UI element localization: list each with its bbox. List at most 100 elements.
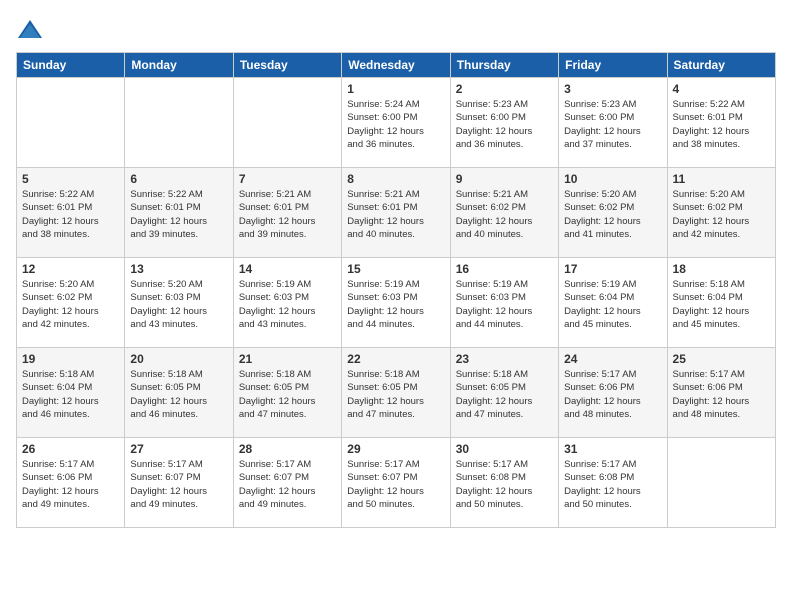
day-number: 30 [456, 442, 553, 456]
day-info: Sunrise: 5:17 AMSunset: 6:06 PMDaylight:… [564, 368, 661, 421]
day-info: Sunrise: 5:19 AMSunset: 6:03 PMDaylight:… [347, 278, 444, 331]
day-info: Sunrise: 5:23 AMSunset: 6:00 PMDaylight:… [564, 98, 661, 151]
day-number: 15 [347, 262, 444, 276]
calendar-cell: 3 Sunrise: 5:23 AMSunset: 6:00 PMDaylight… [559, 78, 667, 168]
day-info: Sunrise: 5:19 AMSunset: 6:03 PMDaylight:… [239, 278, 336, 331]
day-number: 18 [673, 262, 770, 276]
day-info: Sunrise: 5:19 AMSunset: 6:03 PMDaylight:… [456, 278, 553, 331]
weekday-header: Friday [559, 53, 667, 78]
day-info: Sunrise: 5:20 AMSunset: 6:02 PMDaylight:… [673, 188, 770, 241]
day-number: 11 [673, 172, 770, 186]
calendar-cell: 17 Sunrise: 5:19 AMSunset: 6:04 PMDayligh… [559, 258, 667, 348]
day-number: 24 [564, 352, 661, 366]
weekday-header: Saturday [667, 53, 775, 78]
weekday-header: Sunday [17, 53, 125, 78]
day-number: 28 [239, 442, 336, 456]
calendar-cell: 25Sunrise: 5:17 AMSunset: 6:06 PMDayligh… [667, 348, 775, 438]
day-info: Sunrise: 5:22 AMSunset: 6:01 PMDaylight:… [130, 188, 227, 241]
calendar-cell: 7 Sunrise: 5:21 AMSunset: 6:01 PMDaylight… [233, 168, 341, 258]
calendar-cell: 22 Sunrise: 5:18 AMSunset: 6:05 PMDayligh… [342, 348, 450, 438]
calendar-cell: 1 Sunrise: 5:24 AMSunset: 6:00 PMDaylight… [342, 78, 450, 168]
day-info: Sunrise: 5:17 AMSunset: 6:08 PMDaylight:… [564, 458, 661, 511]
calendar-cell: 20 Sunrise: 5:18 AMSunset: 6:05 PMDayligh… [125, 348, 233, 438]
calendar-cell: 12Sunrise: 5:20 AMSunset: 6:02 PMDayligh… [17, 258, 125, 348]
day-info: Sunrise: 5:21 AMSunset: 6:01 PMDaylight:… [347, 188, 444, 241]
page-header [16, 16, 776, 44]
day-info: Sunrise: 5:18 AMSunset: 6:04 PMDaylight:… [22, 368, 119, 421]
day-info: Sunrise: 5:18 AMSunset: 6:05 PMDaylight:… [239, 368, 336, 421]
calendar-cell: 18 Sunrise: 5:18 AMSunset: 6:04 PMDayligh… [667, 258, 775, 348]
day-number: 17 [564, 262, 661, 276]
day-number: 1 [347, 82, 444, 96]
calendar-cell: 29 Sunrise: 5:17 AMSunset: 6:07 PMDayligh… [342, 438, 450, 528]
day-info: Sunrise: 5:20 AMSunset: 6:03 PMDaylight:… [130, 278, 227, 331]
calendar-cell: 21 Sunrise: 5:18 AMSunset: 6:05 PMDayligh… [233, 348, 341, 438]
day-number: 13 [130, 262, 227, 276]
day-number: 22 [347, 352, 444, 366]
calendar-week-row: 1 Sunrise: 5:24 AMSunset: 6:00 PMDaylight… [17, 78, 776, 168]
day-info: Sunrise: 5:17 AMSunset: 6:06 PMDaylight:… [22, 458, 119, 511]
day-info: Sunrise: 5:21 AMSunset: 6:02 PMDaylight:… [456, 188, 553, 241]
day-info: Sunrise: 5:20 AMSunset: 6:02 PMDaylight:… [564, 188, 661, 241]
logo [16, 16, 48, 44]
day-number: 31 [564, 442, 661, 456]
weekday-header: Thursday [450, 53, 558, 78]
weekday-header: Tuesday [233, 53, 341, 78]
day-number: 27 [130, 442, 227, 456]
day-number: 19 [22, 352, 119, 366]
day-number: 2 [456, 82, 553, 96]
weekday-header-row: SundayMondayTuesdayWednesdayThursdayFrid… [17, 53, 776, 78]
calendar-cell [17, 78, 125, 168]
calendar-cell: 26 Sunrise: 5:17 AMSunset: 6:06 PMDayligh… [17, 438, 125, 528]
day-info: Sunrise: 5:18 AMSunset: 6:05 PMDaylight:… [347, 368, 444, 421]
day-number: 21 [239, 352, 336, 366]
day-info: Sunrise: 5:18 AMSunset: 6:04 PMDaylight:… [673, 278, 770, 331]
day-info: Sunrise: 5:22 AMSunset: 6:01 PMDaylight:… [673, 98, 770, 151]
logo-icon [16, 16, 44, 44]
calendar-cell: 4 Sunrise: 5:22 AMSunset: 6:01 PMDaylight… [667, 78, 775, 168]
day-info: Sunrise: 5:18 AMSunset: 6:05 PMDaylight:… [130, 368, 227, 421]
day-number: 16 [456, 262, 553, 276]
calendar-cell: 15 Sunrise: 5:19 AMSunset: 6:03 PMDayligh… [342, 258, 450, 348]
day-number: 4 [673, 82, 770, 96]
calendar-week-row: 26 Sunrise: 5:17 AMSunset: 6:06 PMDayligh… [17, 438, 776, 528]
day-number: 7 [239, 172, 336, 186]
day-number: 26 [22, 442, 119, 456]
day-info: Sunrise: 5:17 AMSunset: 6:07 PMDaylight:… [130, 458, 227, 511]
weekday-header: Wednesday [342, 53, 450, 78]
weekday-header: Monday [125, 53, 233, 78]
calendar-cell: 10Sunrise: 5:20 AMSunset: 6:02 PMDayligh… [559, 168, 667, 258]
calendar-cell: 30 Sunrise: 5:17 AMSunset: 6:08 PMDayligh… [450, 438, 558, 528]
day-info: Sunrise: 5:18 AMSunset: 6:05 PMDaylight:… [456, 368, 553, 421]
day-number: 3 [564, 82, 661, 96]
calendar-cell: 14 Sunrise: 5:19 AMSunset: 6:03 PMDayligh… [233, 258, 341, 348]
day-info: Sunrise: 5:22 AMSunset: 6:01 PMDaylight:… [22, 188, 119, 241]
day-info: Sunrise: 5:17 AMSunset: 6:07 PMDaylight:… [347, 458, 444, 511]
day-number: 25 [673, 352, 770, 366]
calendar-cell: 13 Sunrise: 5:20 AMSunset: 6:03 PMDayligh… [125, 258, 233, 348]
calendar-cell: 11 Sunrise: 5:20 AMSunset: 6:02 PMDayligh… [667, 168, 775, 258]
day-info: Sunrise: 5:21 AMSunset: 6:01 PMDaylight:… [239, 188, 336, 241]
day-number: 14 [239, 262, 336, 276]
calendar-cell: 31 Sunrise: 5:17 AMSunset: 6:08 PMDayligh… [559, 438, 667, 528]
calendar-cell: 27 Sunrise: 5:17 AMSunset: 6:07 PMDayligh… [125, 438, 233, 528]
day-number: 23 [456, 352, 553, 366]
calendar-cell: 2Sunrise: 5:23 AMSunset: 6:00 PMDaylight… [450, 78, 558, 168]
day-info: Sunrise: 5:20 AMSunset: 6:02 PMDaylight:… [22, 278, 119, 331]
day-number: 29 [347, 442, 444, 456]
calendar-cell: 6 Sunrise: 5:22 AMSunset: 6:01 PMDaylight… [125, 168, 233, 258]
calendar-cell: 24 Sunrise: 5:17 AMSunset: 6:06 PMDayligh… [559, 348, 667, 438]
day-number: 20 [130, 352, 227, 366]
calendar-table: SundayMondayTuesdayWednesdayThursdayFrid… [16, 52, 776, 528]
calendar-cell: 5 Sunrise: 5:22 AMSunset: 6:01 PMDaylight… [17, 168, 125, 258]
day-info: Sunrise: 5:24 AMSunset: 6:00 PMDaylight:… [347, 98, 444, 151]
day-number: 6 [130, 172, 227, 186]
day-info: Sunrise: 5:17 AMSunset: 6:07 PMDaylight:… [239, 458, 336, 511]
calendar-cell [125, 78, 233, 168]
day-info: Sunrise: 5:19 AMSunset: 6:04 PMDaylight:… [564, 278, 661, 331]
calendar-cell: 16 Sunrise: 5:19 AMSunset: 6:03 PMDayligh… [450, 258, 558, 348]
day-info: Sunrise: 5:17 AMSunset: 6:08 PMDaylight:… [456, 458, 553, 511]
calendar-cell: 28 Sunrise: 5:17 AMSunset: 6:07 PMDayligh… [233, 438, 341, 528]
calendar-cell: 8Sunrise: 5:21 AMSunset: 6:01 PMDaylight… [342, 168, 450, 258]
day-number: 5 [22, 172, 119, 186]
